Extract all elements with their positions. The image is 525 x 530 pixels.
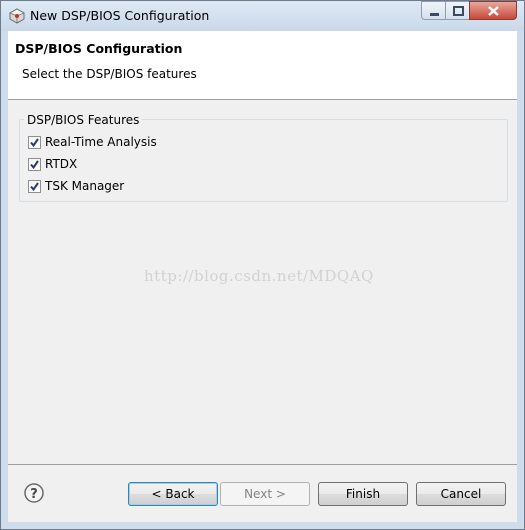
back-button[interactable]: < Back xyxy=(128,482,218,506)
banner-title: DSP/BIOS Configuration xyxy=(15,41,183,56)
question-circle-icon: ? xyxy=(24,483,44,503)
checkbox-tsk-manager[interactable]: TSK Manager xyxy=(28,178,124,194)
minimize-icon xyxy=(430,13,439,16)
watermark-text: http://blog.csdn.net/MDQAQ xyxy=(144,267,374,285)
minimize-button[interactable] xyxy=(421,1,446,20)
checkbox-real-time-analysis[interactable]: Real-Time Analysis xyxy=(28,134,157,150)
svg-text:?: ? xyxy=(30,487,38,502)
help-button[interactable]: ? xyxy=(24,483,44,503)
checkbox-label: RTDX xyxy=(45,157,78,171)
maximize-button[interactable] xyxy=(445,1,470,20)
close-icon xyxy=(488,6,499,16)
cancel-button[interactable]: Cancel xyxy=(416,482,506,506)
checkbox-checked-icon[interactable] xyxy=(28,157,41,171)
window-title: New DSP/BIOS Configuration xyxy=(30,8,210,23)
close-button[interactable] xyxy=(469,1,517,20)
next-button: Next > xyxy=(220,482,310,506)
checkbox-label: Real-Time Analysis xyxy=(45,135,157,149)
checkbox-checked-icon[interactable] xyxy=(28,135,41,149)
dialog-window: New DSP/BIOS Configuration DSP/BIOS Conf… xyxy=(0,0,525,530)
banner-subtitle: Select the DSP/BIOS features xyxy=(22,67,197,81)
app-icon xyxy=(9,8,25,24)
dialog-client-area: DSP/BIOS Configuration Select the DSP/BI… xyxy=(8,31,517,522)
checkbox-rtdx[interactable]: RTDX xyxy=(28,156,77,172)
checkbox-label: TSK Manager xyxy=(45,179,125,193)
features-group-label: DSP/BIOS Features xyxy=(24,113,143,127)
wizard-banner: DSP/BIOS Configuration Select the DSP/BI… xyxy=(8,31,517,100)
finish-button[interactable]: Finish xyxy=(318,482,408,506)
checkbox-checked-icon[interactable] xyxy=(28,179,41,193)
footer-separator xyxy=(8,464,517,465)
title-bar[interactable]: New DSP/BIOS Configuration xyxy=(1,1,524,31)
maximize-icon xyxy=(453,6,464,16)
